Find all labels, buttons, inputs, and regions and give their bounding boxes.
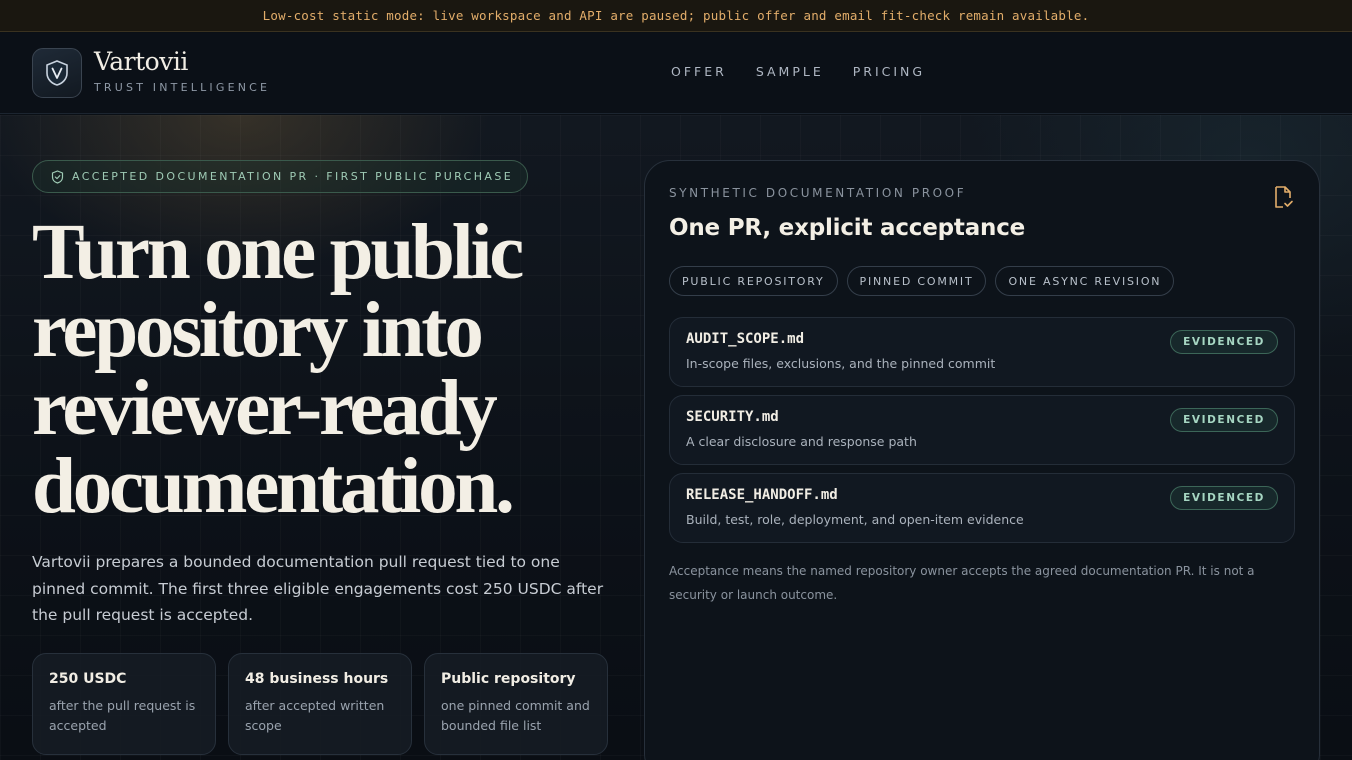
stat-card-scope: Public repository one pinned commit and … (424, 653, 608, 755)
logo[interactable] (32, 48, 82, 98)
hero-headline: Turn one public repository into reviewer… (32, 209, 524, 530)
file-row-security: SECURITY.md A clear disclosure and respo… (669, 395, 1295, 465)
file-name: SECURITY.md (686, 409, 779, 425)
file-row-release-handoff: RELEASE_HANDOFF.md Build, test, role, de… (669, 473, 1295, 543)
stat-desc: after the pull request is accepted (49, 698, 196, 733)
brand-name[interactable]: Vartovii (94, 47, 188, 76)
stat-card-price: 250 USDC after the pull request is accep… (32, 653, 216, 755)
file-name: AUDIT_SCOPE.md (686, 331, 805, 347)
stat-desc: after accepted written scope (245, 698, 385, 733)
hero-lede: Vartovii prepares a bounded documentatio… (32, 553, 604, 624)
stat-desc: one pinned commit and bounded file list (441, 698, 590, 733)
file-desc: Build, test, role, deployment, and open-… (686, 512, 1024, 527)
shield-v-icon (46, 60, 68, 86)
stat-title: Public repository (441, 671, 576, 687)
stat-card-turnaround: 48 business hours after accepted written… (228, 653, 412, 755)
hero-eyebrow-pill: ACCEPTED DOCUMENTATION PR · FIRST PUBLIC… (32, 160, 528, 193)
site-header: Vartovii TRUST INTELLIGENCE OFFER SAMPLE… (0, 33, 1352, 114)
file-row-audit-scope: AUDIT_SCOPE.md In-scope files, exclusion… (669, 317, 1295, 387)
chip-pinned-commit: PINNED COMMIT (846, 266, 987, 296)
proof-title: One PR, explicit acceptance (669, 215, 1026, 241)
proof-chips: PUBLIC REPOSITORY PINNED COMMIT ONE ASYN… (669, 266, 1175, 296)
main-nav: OFFER SAMPLE PRICING (671, 64, 925, 79)
nav-offer[interactable]: OFFER (671, 64, 727, 79)
status-badge: EVIDENCED (1170, 408, 1278, 432)
shield-check-icon (51, 169, 64, 184)
pill-text: ACCEPTED DOCUMENTATION PR · FIRST PUBLIC… (72, 170, 514, 183)
stat-title: 48 business hours (245, 671, 389, 687)
file-name: RELEASE_HANDOFF.md (686, 487, 838, 503)
file-desc: In-scope files, exclusions, and the pinn… (686, 356, 996, 371)
brand-tagline: TRUST INTELLIGENCE (94, 81, 271, 94)
status-banner: Low-cost static mode: live workspace and… (0, 0, 1352, 32)
acceptance-note: Acceptance means the named repository ow… (669, 564, 1255, 602)
status-badge: EVIDENCED (1170, 330, 1278, 354)
document-check-icon (1275, 186, 1293, 208)
banner-text: Low-cost static mode: live workspace and… (262, 8, 1090, 23)
stat-title: 250 USDC (49, 671, 127, 687)
chip-public-repository: PUBLIC REPOSITORY (669, 266, 838, 296)
status-badge: EVIDENCED (1170, 486, 1278, 510)
proof-eyebrow: SYNTHETIC DOCUMENTATION PROOF (669, 186, 967, 200)
file-desc: A clear disclosure and response path (686, 434, 917, 449)
nav-sample[interactable]: SAMPLE (756, 64, 824, 79)
nav-pricing[interactable]: PRICING (853, 64, 925, 79)
chip-one-async-revision: ONE ASYNC REVISION (995, 266, 1175, 296)
